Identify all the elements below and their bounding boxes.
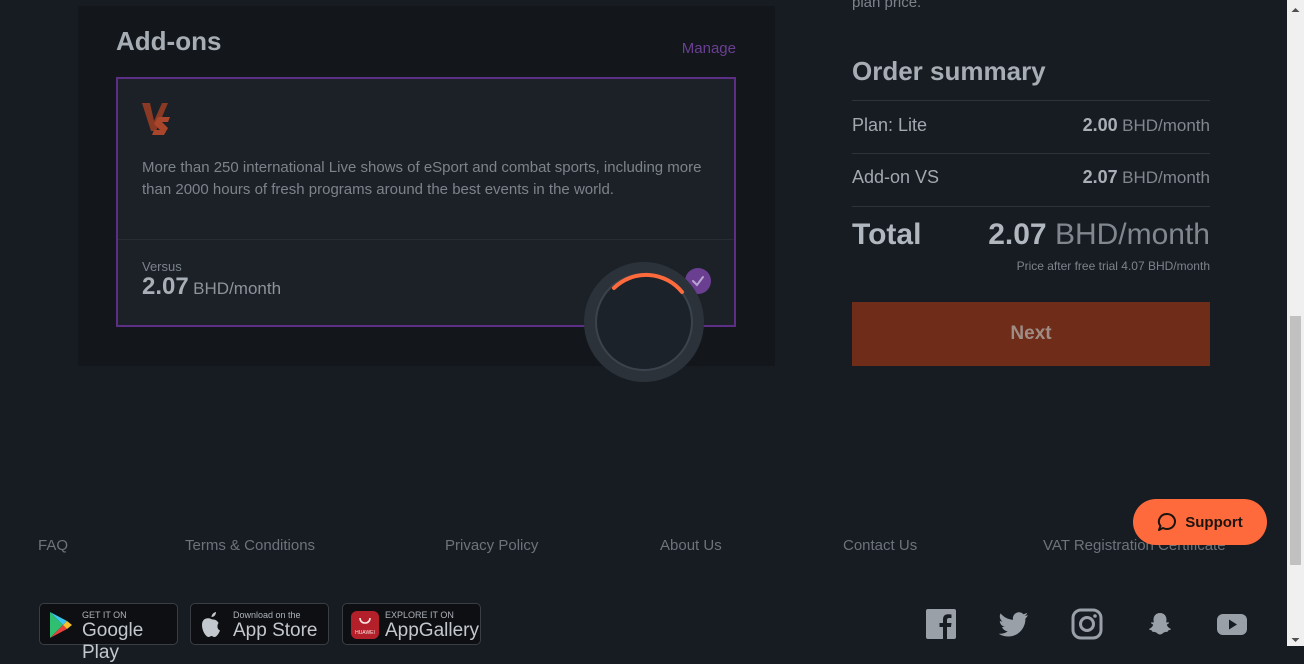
- support-label: Support: [1185, 513, 1243, 531]
- google-play-badge[interactable]: GET IT ON Google Play: [39, 603, 178, 663]
- summary-row-addon: Add-on VS 2.07 BHD/month: [852, 167, 1210, 188]
- twitter-icon[interactable]: [998, 608, 1030, 640]
- total-unit: BHD/month: [1054, 218, 1210, 251]
- addon-price: 2.07 BHD/month: [142, 273, 281, 301]
- store-small-text: Download on the: [233, 610, 301, 620]
- summary-row-unit: BHD/month: [1122, 168, 1210, 187]
- summary-row-value: 2.00 BHD/month: [1083, 115, 1210, 136]
- chat-bubble-icon: [1158, 512, 1177, 531]
- store-big-text: Google Play: [82, 620, 144, 663]
- store-big-text: AppGallery: [385, 620, 479, 641]
- youtube-icon[interactable]: [1216, 608, 1248, 640]
- footer-link-privacy[interactable]: Privacy Policy: [445, 537, 538, 554]
- addons-title: Add-ons: [116, 26, 222, 56]
- addon-price-value: 2.07: [142, 273, 189, 300]
- footer-link-terms[interactable]: Terms & Conditions: [185, 537, 315, 554]
- plan-price-note: plan price.: [852, 0, 922, 11]
- summary-row-unit: BHD/month: [1122, 116, 1210, 135]
- summary-row-amount: 2.07: [1082, 167, 1118, 187]
- instagram-icon[interactable]: [1071, 608, 1103, 640]
- manage-link[interactable]: Manage: [682, 40, 736, 57]
- footer-link-contact[interactable]: Contact Us: [843, 537, 917, 554]
- facebook-icon[interactable]: [925, 608, 957, 640]
- loading-spinner: [584, 262, 704, 382]
- scrollbar-thumb[interactable]: [1290, 316, 1301, 565]
- page: Add-ons Manage More than 250 internation…: [0, 0, 1287, 663]
- spinner-arc-icon: [612, 272, 684, 294]
- addon-name: Versus: [142, 259, 182, 274]
- apple-icon: [199, 611, 223, 644]
- total-label: Total: [852, 218, 922, 251]
- store-big-text: App Store: [233, 620, 318, 641]
- total-amount: 2.07: [988, 218, 1047, 251]
- summary-row-value: 2.07 BHD/month: [1083, 167, 1210, 188]
- summary-row-label: Plan: Lite: [852, 115, 928, 135]
- summary-row-amount: 2.00: [1082, 115, 1118, 135]
- app-gallery-badge[interactable]: HUAWEI EXPLORE IT ON AppGallery: [342, 603, 481, 645]
- store-small-text: EXPLORE IT ON: [385, 610, 454, 620]
- scroll-down-arrow-icon[interactable]: [1290, 632, 1301, 642]
- store-small-text: GET IT ON: [82, 610, 127, 620]
- summary-row-plan: Plan: Lite 2.00 BHD/month: [852, 115, 1210, 136]
- summary-divider: [852, 100, 1210, 101]
- huawei-icon: HUAWEI: [351, 611, 379, 644]
- addon-description: More than 250 international Live shows o…: [142, 159, 702, 198]
- footer-link-faq[interactable]: FAQ: [38, 537, 68, 554]
- svg-text:HUAWEI: HUAWEI: [355, 630, 375, 636]
- app-store-badge[interactable]: Download on the App Store: [190, 603, 329, 645]
- support-button[interactable]: Support: [1133, 499, 1267, 545]
- google-play-icon: [48, 611, 74, 644]
- summary-row-label: Add-on VS: [852, 167, 940, 187]
- footer-link-about[interactable]: About Us: [660, 537, 722, 554]
- summary-divider: [852, 153, 1210, 154]
- total-value: 2.07 BHD/month: [988, 218, 1210, 252]
- next-button[interactable]: Next: [852, 302, 1210, 366]
- addon-price-unit: BHD/month: [193, 279, 282, 298]
- versus-logo-icon: [140, 101, 172, 142]
- order-summary-title: Order summary: [852, 56, 1046, 86]
- snapchat-icon[interactable]: [1144, 608, 1176, 640]
- card-divider: [118, 239, 734, 240]
- summary-divider: [852, 206, 1210, 207]
- price-after-trial-note: Price after free trial 4.07 BHD/month: [1016, 259, 1210, 273]
- scroll-up-arrow-icon[interactable]: [1290, 2, 1301, 12]
